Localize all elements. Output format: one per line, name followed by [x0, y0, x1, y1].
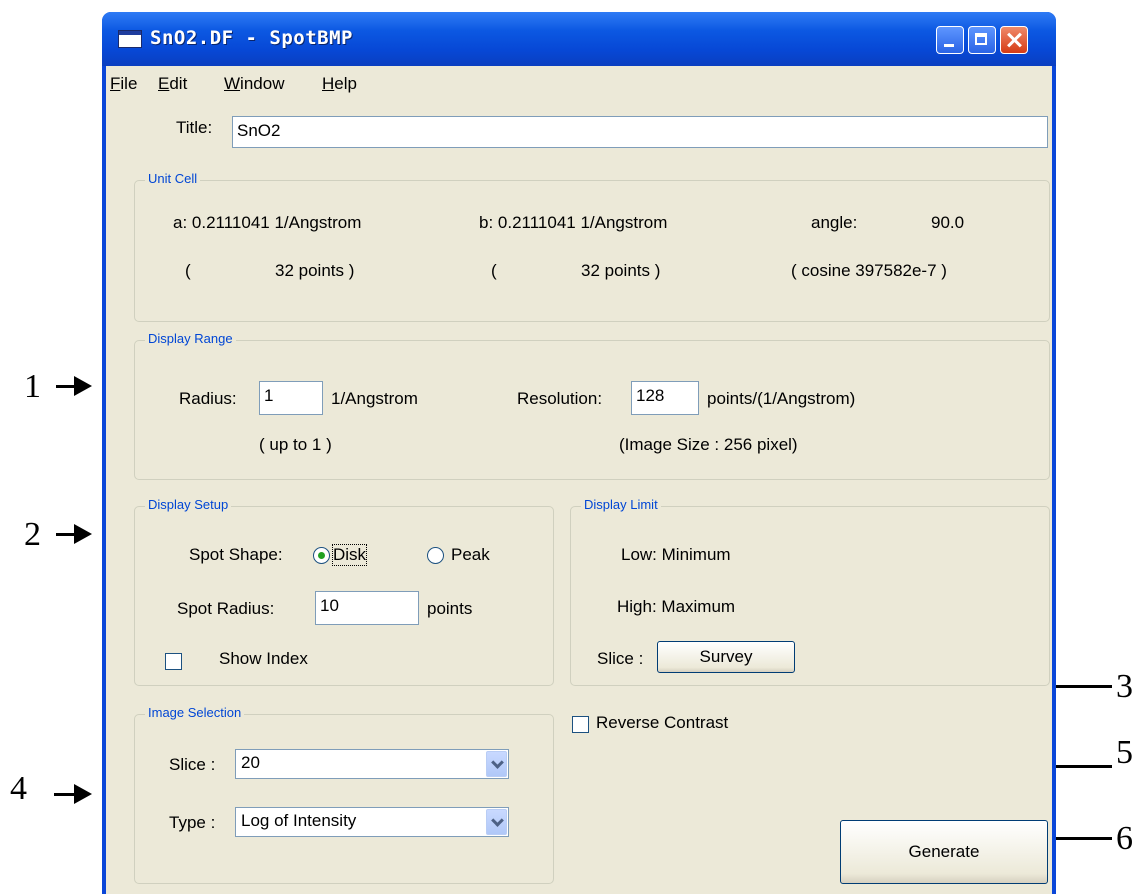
image-slice-label: Slice : — [169, 755, 216, 774]
radio-disk-label[interactable]: Disk — [331, 544, 368, 566]
radius-unit: 1/Angstrom — [331, 389, 418, 408]
annotation-5: 5 — [1116, 734, 1133, 771]
radius-input[interactable]: 1 — [259, 381, 323, 415]
unit-cell-b-paren: ( — [491, 261, 497, 280]
menu-file[interactable]: File — [110, 74, 137, 94]
limit-low: Low: Minimum — [621, 545, 731, 564]
arrow-2-line — [56, 533, 76, 536]
image-type-value: Log of Intensity — [241, 811, 357, 830]
unit-cell-group: Unit Cell a: 0.2111041 1/Angstrom b: 0.2… — [134, 171, 1050, 322]
image-type-select[interactable]: Log of Intensity — [235, 807, 509, 837]
annotation-6: 6 — [1116, 820, 1133, 857]
menu-window[interactable]: Window — [224, 74, 284, 94]
reverse-contrast-checkbox[interactable] — [572, 716, 589, 733]
spot-radius-input[interactable]: 10 — [315, 591, 419, 625]
radio-disk[interactable] — [313, 547, 330, 564]
unit-cell-b-points: 32 points ) — [581, 261, 661, 280]
unit-cell-a-points: 32 points ) — [275, 261, 355, 280]
close-button[interactable] — [1000, 26, 1028, 54]
display-setup-group: Display Setup Spot Shape: Disk Peak Spot… — [134, 497, 554, 686]
unit-cell-angle-value: 90.0 — [931, 213, 965, 232]
reverse-contrast-label[interactable]: Reverse Contrast — [596, 713, 728, 733]
image-selection-title: Image Selection — [145, 705, 245, 720]
annotation-3: 3 — [1116, 668, 1133, 705]
annotation-2: 2 — [24, 516, 41, 553]
unit-cell-title: Unit Cell — [145, 171, 201, 186]
display-setup-title: Display Setup — [145, 497, 232, 512]
resolution-input[interactable]: 128 — [631, 381, 699, 415]
image-slice-select[interactable]: 20 — [235, 749, 509, 779]
annotation-1: 1 — [24, 368, 41, 405]
show-index-label[interactable]: Show Index — [219, 649, 308, 669]
window-title: SnO2.DF - SpotBMP — [150, 27, 353, 49]
chevron-down-icon[interactable] — [486, 809, 507, 835]
menu-bar: File Edit Window Help — [106, 66, 1052, 102]
arrow-4-line — [54, 793, 76, 796]
limit-slice-label: Slice : — [597, 649, 644, 668]
title-bar[interactable]: SnO2.DF - SpotBMP — [102, 12, 1056, 66]
title-input[interactable]: SnO2 — [232, 116, 1048, 148]
unit-cell-a: a: 0.2111041 1/Angstrom — [173, 213, 362, 232]
maximize-button[interactable] — [968, 26, 996, 54]
annotation-4: 4 — [10, 770, 27, 807]
image-slice-value: 20 — [241, 753, 260, 772]
minimize-button[interactable] — [936, 26, 964, 54]
unit-cell-b: b: 0.2111041 1/Angstrom — [479, 213, 668, 232]
display-limit-group: Display Limit Low: Minimum High: Maximum… — [570, 497, 1050, 686]
display-range-group: Display Range Radius: 1 1/Angstrom ( up … — [134, 331, 1050, 480]
image-type-label: Type : — [169, 813, 216, 832]
window-app-icon[interactable] — [118, 30, 142, 48]
arrow-2-head — [74, 524, 92, 544]
unit-cell-cosine: ( cosine 397582e-7 ) — [791, 261, 947, 280]
resolution-label: Resolution: — [517, 389, 603, 408]
arrow-4-head — [74, 784, 92, 804]
image-size: (Image Size : 256 pixel) — [619, 435, 798, 454]
menu-edit[interactable]: Edit — [158, 74, 187, 94]
image-selection-group: Image Selection Slice : 20 Type : Log of… — [134, 705, 554, 884]
spot-radius-label: Spot Radius: — [177, 599, 275, 618]
chevron-down-icon[interactable] — [486, 751, 507, 777]
spot-radius-unit: points — [427, 599, 473, 618]
radius-hint: ( up to 1 ) — [259, 435, 332, 454]
title-label: Title: — [176, 118, 213, 137]
unit-cell-angle-label: angle: — [811, 213, 858, 232]
resolution-unit: points/(1/Angstrom) — [707, 389, 856, 408]
unit-cell-a-paren: ( — [185, 261, 191, 280]
limit-high: High: Maximum — [617, 597, 736, 616]
radio-peak[interactable] — [427, 547, 444, 564]
radius-label: Radius: — [179, 389, 237, 408]
menu-help[interactable]: Help — [322, 74, 357, 94]
arrow-6-line — [1052, 837, 1112, 840]
arrow-1-head — [74, 376, 92, 396]
arrow-3-line — [1052, 685, 1112, 688]
spot-shape-label: Spot Shape: — [189, 545, 283, 564]
generate-button[interactable]: Generate — [840, 820, 1048, 884]
survey-button[interactable]: Survey — [657, 641, 795, 673]
display-range-title: Display Range — [145, 331, 236, 346]
client-area: File Edit Window Help Title: SnO2 Unit C… — [106, 66, 1052, 894]
radio-peak-label[interactable]: Peak — [451, 545, 490, 565]
show-index-checkbox[interactable] — [165, 653, 182, 670]
arrow-1-line — [56, 385, 76, 388]
display-limit-title: Display Limit — [581, 497, 661, 512]
app-window: SnO2.DF - SpotBMP File Edit Window Help … — [102, 12, 1056, 894]
